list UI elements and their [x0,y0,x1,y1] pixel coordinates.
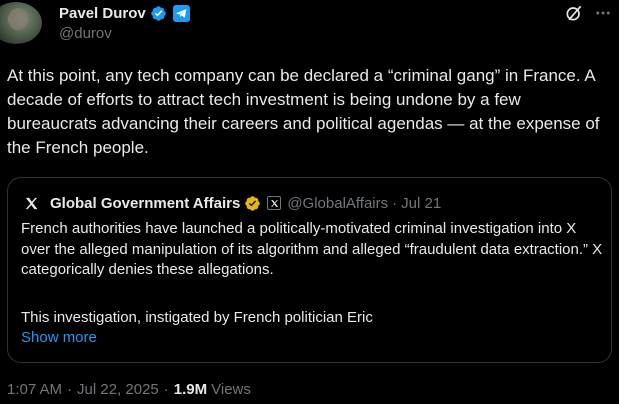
tweet-date[interactable]: Jul 22, 2025 [77,381,159,398]
tweet-time[interactable]: 1:07 AM [7,381,62,398]
quote-header: Global Government Affairs @GlobalAffairs… [21,193,441,213]
grok-icon[interactable] [563,2,585,24]
gold-verified-check-icon[interactable] [244,195,261,212]
quote-body-continued: This investigation, instigated by French… [21,309,373,326]
more-options-icon[interactable] [593,2,613,24]
tweet-text: At this point, any tech company can be d… [7,66,600,157]
quote-author-handle[interactable]: @GlobalAffairs [287,195,388,212]
quote-author-name[interactable]: Global Government Affairs [50,195,240,212]
author-name-row: Pavel Durov [59,3,190,23]
avatar[interactable] [0,2,42,44]
x-affiliate-badge-icon[interactable] [267,196,282,210]
views-label: Views [211,381,251,398]
show-more-link[interactable]: Show more [21,329,97,346]
quote-body: French authorities have launched a polit… [21,220,603,278]
quoted-tweet[interactable]: Global Government Affairs @GlobalAffairs… [7,177,612,363]
author-handle[interactable]: @durov [59,25,112,42]
author-display-name[interactable]: Pavel Durov [59,5,146,22]
quote-separator: · [392,194,398,212]
tweet-header: Pavel Durov @durov [0,0,619,56]
views-count: 1.9M [173,381,208,398]
meta-separator: · [163,381,169,398]
blue-verified-check-icon[interactable] [150,5,167,22]
telegram-icon[interactable] [172,4,190,22]
tweet-meta: 1:07 AM · Jul 22, 2025 · 1.9M Views [7,381,251,398]
x-logo-icon[interactable] [21,193,41,213]
quote-date[interactable]: Jul 21 [401,195,441,212]
meta-separator: · [67,381,73,398]
